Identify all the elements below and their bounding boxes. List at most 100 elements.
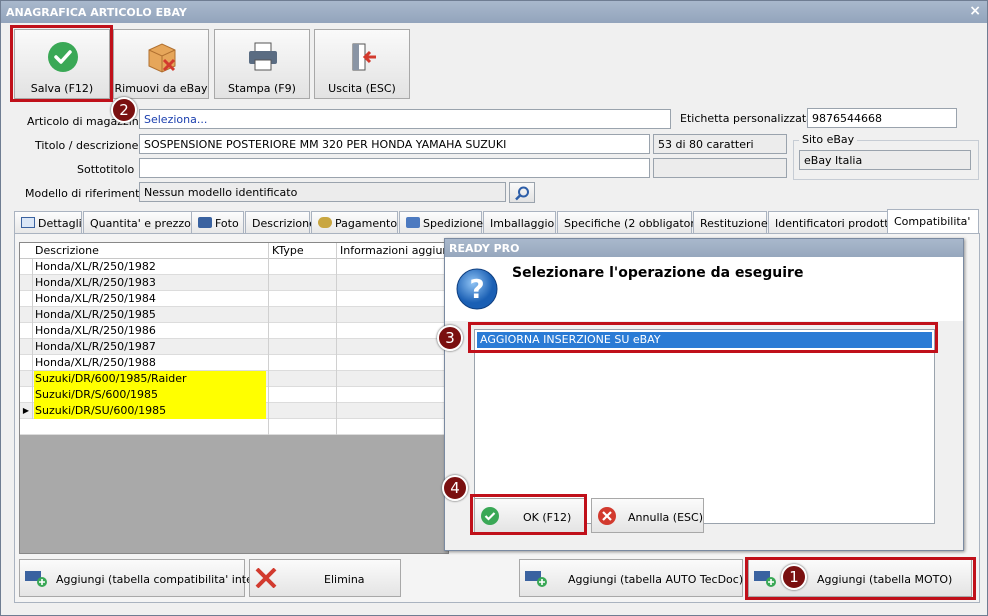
highlight-ok-box <box>470 494 587 535</box>
remove-from-ebay-button[interactable]: Rimuovi da eBay <box>113 29 209 99</box>
exit-door-icon <box>352 43 376 71</box>
cancel-icon <box>598 507 616 525</box>
char-counter: 53 di 80 caratteri <box>653 134 787 154</box>
tab-imballaggio[interactable]: Imballaggio <box>483 211 556 233</box>
row-selector[interactable] <box>20 275 33 291</box>
truck-icon <box>406 217 420 228</box>
tab-descrizione[interactable]: Descrizione <box>245 211 316 233</box>
tab-spedizione[interactable]: Spedizione <box>399 211 483 233</box>
printer-icon <box>249 42 277 71</box>
model-field: Nessun modello identificato <box>139 182 506 202</box>
print-button-label: Stampa (F9) <box>228 82 296 95</box>
exit-button[interactable]: Uscita (ESC) <box>314 29 410 99</box>
remove-button-label: Rimuovi da eBay <box>114 82 208 95</box>
cancel-button[interactable]: Annulla (ESC) <box>591 498 704 533</box>
cell-descrizione: Suzuki/DR/S/600/1985 <box>35 388 159 401</box>
col-ktype[interactable]: KType <box>272 244 304 257</box>
exit-button-label: Uscita (ESC) <box>328 82 396 95</box>
row-selector[interactable] <box>20 355 33 371</box>
step-badge-1: 1 <box>781 564 807 590</box>
grid-divider <box>268 243 269 435</box>
table-row[interactable]: Suzuki/DR/600/1985/Raider <box>20 371 450 387</box>
custom-label-label: Etichetta personalizzata : <box>680 112 821 125</box>
table-add-icon <box>525 571 547 587</box>
row-selector[interactable]: ▶ <box>20 403 33 419</box>
row-selector[interactable] <box>20 371 33 387</box>
col-descrizione[interactable]: Descrizione <box>35 244 99 257</box>
window-title: ANAGRAFICA ARTICOLO EBAY <box>6 6 187 19</box>
table-icon <box>21 217 35 228</box>
add-auto-label: Aggiungi (tabella AUTO TecDoc) <box>568 573 744 586</box>
cell-descrizione: Suzuki/DR/600/1985/Raider <box>35 372 187 385</box>
dialog-message: Selezionare l'operazione da eseguire <box>512 265 804 281</box>
highlight-moto-box <box>745 557 976 600</box>
cell-descrizione: Honda/XL/R/250/1984 <box>35 292 156 305</box>
row-selector[interactable] <box>20 339 33 355</box>
grid-header: Descrizione KType Informazioni aggiuntiv… <box>20 243 470 259</box>
subtitle-label: Sottotitolo : <box>77 163 142 176</box>
add-auto-tecdoc-button[interactable]: Aggiungi (tabella AUTO TecDoc) <box>519 559 743 597</box>
dialog-titlebar: READY PRO <box>445 239 963 257</box>
table-row[interactable]: Honda/XL/R/250/1987 <box>20 339 450 355</box>
site-group-label: Sito eBay <box>799 133 858 146</box>
print-button[interactable]: Stampa (F9) <box>214 29 310 99</box>
window-titlebar: ANAGRAFICA ARTICOLO EBAY × <box>1 1 987 23</box>
coins-icon <box>318 217 332 228</box>
site-ebay-field: eBay Italia <box>799 150 971 170</box>
tab-identificatori[interactable]: Identificatori prodotto <box>768 211 895 233</box>
cell-descrizione: Honda/XL/R/250/1986 <box>35 324 156 337</box>
add-internal-button[interactable]: Aggiungi (tabella compatibilita' interna… <box>19 559 275 597</box>
title-label: Titolo / descrizione : <box>35 139 146 152</box>
subtitle-field[interactable] <box>139 158 650 178</box>
table-row-empty[interactable] <box>20 419 450 435</box>
delete-x-icon <box>255 568 277 588</box>
table-row[interactable]: Honda/XL/R/250/1984 <box>20 291 450 307</box>
article-field[interactable]: Seleziona... <box>139 109 671 129</box>
tab-restituzione[interactable]: Restituzione <box>693 211 768 233</box>
title-field[interactable]: SOSPENSIONE POSTERIORE MM 320 PER HONDA … <box>139 134 650 154</box>
tab-foto[interactable]: Foto <box>191 211 244 233</box>
cancel-button-label: Annulla (ESC) <box>628 511 703 524</box>
tab-pagamento[interactable]: Pagamento <box>311 211 398 233</box>
tab-quantita-prezzo[interactable]: Quantita' e prezzo <box>83 211 200 233</box>
table-row[interactable]: Honda/XL/R/250/1983 <box>20 275 450 291</box>
row-selector[interactable] <box>20 307 33 323</box>
table-add-icon <box>25 571 47 587</box>
row-selector[interactable] <box>20 291 33 307</box>
delete-label: Elimina <box>324 573 365 586</box>
cell-descrizione: Honda/XL/R/250/1987 <box>35 340 156 353</box>
close-icon[interactable]: × <box>969 3 981 19</box>
box-remove-icon <box>148 43 176 73</box>
table-row[interactable]: Honda/XL/R/250/1985 <box>20 307 450 323</box>
question-icon: ? <box>456 268 498 310</box>
step-badge-4: 4 <box>442 475 468 501</box>
tab-compatibilita[interactable]: Compatibilita' <box>887 209 979 234</box>
row-selector[interactable] <box>20 323 33 339</box>
svg-text:?: ? <box>469 275 484 305</box>
custom-label-field[interactable]: 9876544668 <box>807 108 957 128</box>
grid-divider <box>336 243 337 435</box>
table-row[interactable]: Honda/XL/R/250/1986 <box>20 323 450 339</box>
row-selector[interactable] <box>20 259 33 275</box>
model-search-button[interactable] <box>509 182 535 203</box>
row-selector[interactable] <box>20 387 33 403</box>
cell-descrizione: Honda/XL/R/250/1982 <box>35 260 156 273</box>
delete-button[interactable]: Elimina <box>249 559 401 597</box>
cell-descrizione: Honda/XL/R/250/1983 <box>35 276 156 289</box>
subtitle-counter <box>653 158 787 178</box>
table-row[interactable]: Honda/XL/R/250/1982 <box>20 259 450 275</box>
table-row[interactable]: Honda/XL/R/250/1988 <box>20 355 450 371</box>
camera-icon <box>198 217 212 228</box>
cell-descrizione: Honda/XL/R/250/1988 <box>35 356 156 369</box>
cell-descrizione: Honda/XL/R/250/1985 <box>35 308 156 321</box>
cell-descrizione: Suzuki/DR/SU/600/1985 <box>35 404 167 417</box>
compatibility-grid[interactable]: Descrizione KType Informazioni aggiuntiv… <box>19 242 470 554</box>
main-window: ANAGRAFICA ARTICOLO EBAY × Salva (F12) R… <box>0 0 988 616</box>
step-badge-2: 2 <box>111 97 137 123</box>
table-row[interactable]: ▶ Suzuki/DR/SU/600/1985 <box>20 403 450 419</box>
table-row[interactable]: Suzuki/DR/S/600/1985 <box>20 387 450 403</box>
highlight-save-box <box>10 25 113 102</box>
add-internal-label: Aggiungi (tabella compatibilita' interna… <box>56 573 276 586</box>
tab-dettagli[interactable]: Dettagli <box>14 211 82 233</box>
tab-specifiche[interactable]: Specifiche (2 obbligatorie) <box>557 211 709 233</box>
